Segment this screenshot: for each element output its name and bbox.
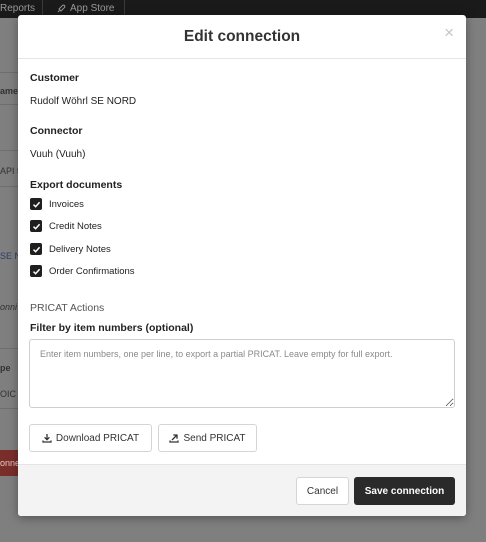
cancel-button[interactable]: Cancel bbox=[296, 477, 349, 505]
send-pricat-button[interactable]: Send PRICAT bbox=[158, 424, 257, 452]
send-icon bbox=[169, 434, 180, 443]
download-pricat-button[interactable]: Download PRICAT bbox=[29, 424, 152, 452]
modal-title: Edit connection bbox=[183, 28, 301, 45]
background-divider bbox=[0, 104, 18, 105]
connector-value: Vuuh (Vuuh) bbox=[30, 149, 86, 160]
download-icon bbox=[42, 434, 52, 443]
customer-label: Customer bbox=[30, 72, 80, 84]
checkbox-label: Order Confirmations bbox=[49, 265, 135, 277]
background-text: API t bbox=[0, 166, 18, 176]
edit-connection-modal: Edit connection × Customer Rudolf Wöhrl … bbox=[18, 15, 466, 516]
checkbox-delivery-notes[interactable]: Delivery Notes bbox=[30, 242, 111, 256]
background-divider bbox=[0, 150, 18, 151]
pricat-section-title: PRICAT Actions bbox=[30, 302, 105, 314]
background-text: ame bbox=[0, 86, 18, 96]
download-pricat-label: Download PRICAT bbox=[55, 432, 140, 444]
filter-label: Filter by item numbers (optional) bbox=[30, 322, 194, 334]
checkbox-label: Delivery Notes bbox=[49, 243, 111, 255]
background-divider bbox=[0, 186, 18, 187]
checkbox-invoices[interactable]: Invoices bbox=[30, 197, 84, 211]
checkbox-label: Credit Notes bbox=[49, 220, 102, 232]
checkbox-credit-notes[interactable]: Credit Notes bbox=[30, 219, 102, 233]
checkmark-icon[interactable] bbox=[30, 198, 42, 210]
save-connection-button[interactable]: Save connection bbox=[354, 477, 455, 505]
checkbox-order-confirmations[interactable]: Order Confirmations bbox=[30, 264, 135, 278]
close-icon[interactable]: × bbox=[444, 23, 454, 43]
checkmark-icon[interactable] bbox=[30, 220, 42, 232]
checkbox-label: Invoices bbox=[49, 198, 84, 210]
background-divider bbox=[0, 348, 18, 349]
checkmark-icon[interactable] bbox=[30, 265, 42, 277]
modal-body: Customer Rudolf Wöhrl SE NORD Connector … bbox=[18, 60, 466, 464]
background-divider bbox=[0, 72, 18, 73]
background-button-text: onne bbox=[0, 458, 18, 468]
customer-value: Rudolf Wöhrl SE NORD bbox=[30, 96, 137, 107]
checkmark-icon[interactable] bbox=[30, 243, 42, 255]
background-text: onni bbox=[0, 302, 18, 312]
background-red-button: onne bbox=[0, 450, 18, 476]
send-pricat-label: Send PRICAT bbox=[183, 432, 246, 444]
background-text: OIC bbox=[0, 389, 17, 399]
export-documents-label: Export documents bbox=[30, 179, 123, 191]
modal-footer: Cancel Save connection bbox=[18, 464, 466, 516]
connector-label: Connector bbox=[30, 125, 83, 137]
background-text: pe bbox=[0, 363, 11, 373]
background-divider bbox=[0, 408, 18, 409]
modal-header: Edit connection × bbox=[18, 15, 466, 59]
rocket-icon bbox=[57, 4, 66, 13]
item-numbers-textarea[interactable] bbox=[29, 339, 455, 408]
background-link-text: SE N bbox=[0, 251, 18, 261]
